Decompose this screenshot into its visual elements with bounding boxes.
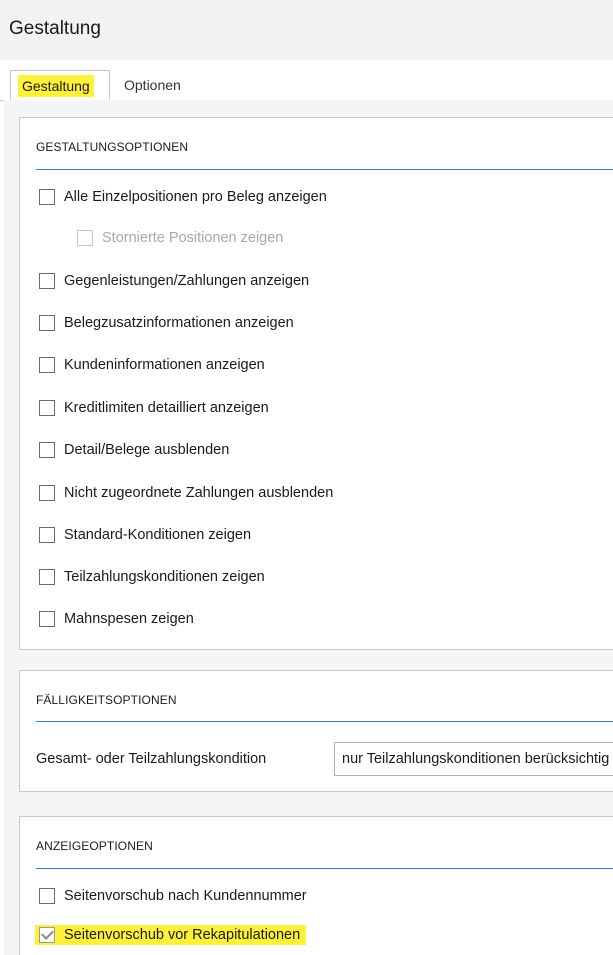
group-gestaltungsoptionen: GESTALTUNGSOPTIONEN Alle Einzelpositione… [19,117,613,650]
checkbox-label: Seitenvorschub vor Rekapitulationen [64,927,301,943]
select-gesamt-teilzahlung[interactable]: nur Teilzahlungskonditionen berücksichti… [334,742,613,776]
title-bar: Gestaltung [0,0,613,61]
checkbox-belegzusatzinformationen[interactable]: Belegzusatzinformationen anzeigen [39,311,294,335]
checkbox-label: Kundeninformationen anzeigen [64,357,265,373]
checkbox-kundeninformationen[interactable]: Kundeninformationen anzeigen [39,353,265,377]
checkbox-box[interactable] [39,315,55,331]
checkbox-label: Standard-Konditionen zeigen [64,527,252,543]
checkbox-label: Teilzahlungskonditionen zeigen [64,569,265,585]
checkbox-box[interactable] [39,189,55,205]
tab-gestaltung[interactable]: Gestaltung [10,70,110,101]
checkbox-label: Seitenvorschub nach Kundennummer [64,888,307,904]
checkbox-box[interactable] [39,400,55,416]
group-faelligkeitsoptionen: FÄLLIGKEITSOPTIONEN Gesamt- oder Teilzah… [19,670,613,792]
group-divider [36,169,613,170]
checkbox-kreditlimiten[interactable]: Kreditlimiten detailliert anzeigen [39,396,269,420]
dialog-window: Gestaltung Gestaltung Optionen GESTALTUN… [0,0,613,955]
checkbox-gegenleistungen[interactable]: Gegenleistungen/Zahlungen anzeigen [39,269,309,293]
checkbox-label: Kreditlimiten detailliert anzeigen [64,400,269,416]
checkbox-box[interactable] [39,527,55,543]
checkbox-box [77,230,93,246]
tab-strip: Gestaltung Optionen [0,60,613,101]
checkbox-detail-belege[interactable]: Detail/Belege ausblenden [39,438,229,462]
group-divider [36,868,613,869]
checkbox-standard-konditionen[interactable]: Standard-Konditionen zeigen [39,523,251,547]
checkbox-label: Mahnspesen zeigen [64,611,194,627]
checkbox-mahnspesen[interactable]: Mahnspesen zeigen [39,607,194,631]
checkbox-box[interactable] [39,569,55,585]
group-anzeigeoptionen: ANZEIGEOPTIONEN Seitenvorschub nach Kund… [19,816,613,955]
checkbox-label: Belegzusatzinformationen anzeigen [64,315,294,331]
checkbox-nicht-zugeordnete-zahlungen[interactable]: Nicht zugeordnete Zahlungen ausblenden [39,481,333,505]
checkbox-alle-einzelpositionen[interactable]: Alle Einzelpositionen pro Beleg anzeigen [39,185,327,209]
checkbox-box[interactable] [39,888,55,904]
group-header: ANZEIGEOPTIONEN [36,839,153,853]
checkbox-box[interactable] [39,357,55,373]
checkbox-label: Stornierte Positionen zeigen [102,230,284,246]
tab-gestaltung-label: Gestaltung [18,75,94,97]
checkbox-stornierte-positionen: Stornierte Positionen zeigen [77,226,283,250]
tab-optionen-label: Optionen [124,77,181,93]
checkbox-box[interactable] [39,273,55,289]
checkbox-label: Detail/Belege ausblenden [64,442,230,458]
checkbox-label: Nicht zugeordnete Zahlungen ausblenden [64,485,334,501]
group-divider [36,721,613,722]
highlight-marker: Seitenvorschub vor Rekapitulationen [35,925,307,945]
checkbox-box[interactable] [39,611,55,627]
checkbox-label: Alle Einzelpositionen pro Beleg anzeigen [64,189,327,205]
checkbox-box[interactable] [39,442,55,458]
window-title: Gestaltung [9,18,101,39]
tab-optionen[interactable]: Optionen [124,70,181,100]
checkbox-seitenvorschub-rekapitulationen[interactable]: Seitenvorschub vor Rekapitulationen [35,923,307,947]
checkbox-box-checked[interactable] [39,927,55,943]
group-header: GESTALTUNGSOPTIONEN [36,140,189,154]
checkbox-box[interactable] [39,485,55,501]
field-label-gesamt-teilzahlung: Gesamt- oder Teilzahlungskondition [36,751,267,767]
checkbox-teilzahlungskonditionen[interactable]: Teilzahlungskonditionen zeigen [39,565,265,589]
group-header: FÄLLIGKEITSOPTIONEN [36,693,177,707]
checkbox-seitenvorschub-kundennummer[interactable]: Seitenvorschub nach Kundennummer [39,884,307,908]
checkbox-label: Gegenleistungen/Zahlungen anzeigen [64,273,310,289]
